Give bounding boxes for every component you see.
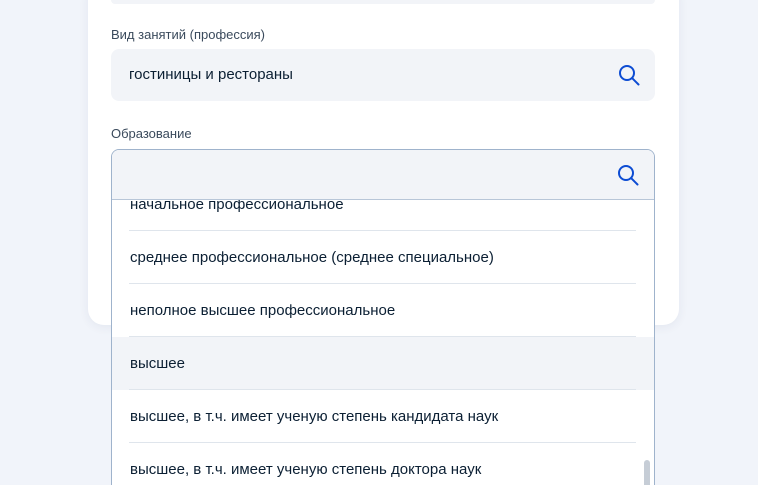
list-item[interactable]: среднее профессиональное (среднее специа… <box>112 231 654 284</box>
search-icon[interactable] <box>617 63 641 87</box>
list-item[interactable]: высшее, в т.ч. имеет ученую степень докт… <box>112 443 654 485</box>
profession-label: Вид занятий (профессия) <box>111 27 266 42</box>
education-search-input[interactable] <box>112 150 602 199</box>
education-options-list[interactable]: начальное профессиональное среднее профе… <box>112 178 654 485</box>
list-item[interactable]: высшее <box>112 337 654 390</box>
education-input-wrapper <box>112 150 654 200</box>
search-icon[interactable] <box>616 163 640 187</box>
education-label: Образование <box>111 126 192 141</box>
profession-value: гостиницы и рестораны <box>129 66 293 83</box>
options-scrollbar[interactable] <box>644 200 650 485</box>
list-item[interactable]: неполное высшее профессиональное <box>112 284 654 337</box>
education-combobox[interactable]: начальное профессиональное среднее профе… <box>111 149 655 485</box>
previous-field-edge <box>111 0 655 4</box>
scrollbar-thumb[interactable] <box>644 460 650 485</box>
profession-field[interactable]: гостиницы и рестораны <box>111 49 655 101</box>
form-page: Вид занятий (профессия) гостиницы и рест… <box>0 0 758 485</box>
list-item[interactable]: высшее, в т.ч. имеет ученую степень канд… <box>112 390 654 443</box>
